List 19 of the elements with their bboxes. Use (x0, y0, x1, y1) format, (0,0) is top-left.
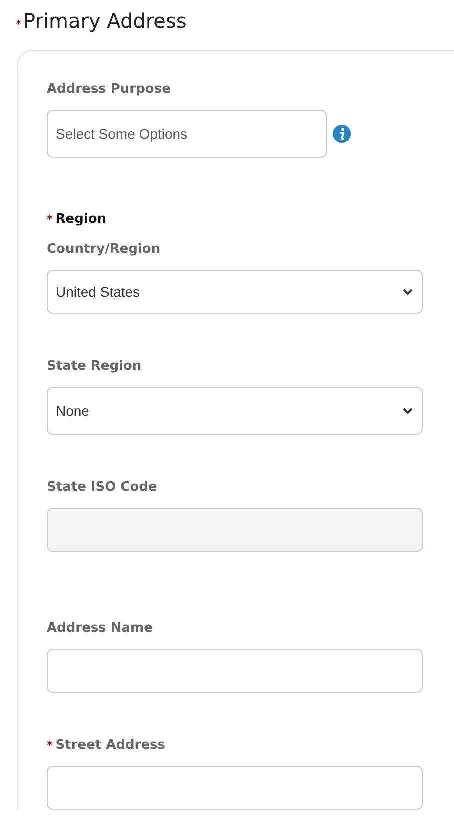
required-mark: * (16, 17, 22, 33)
required-mark: * (47, 212, 53, 228)
input-field[interactable] (47, 766, 423, 810)
chevron-down-icon (402, 407, 414, 415)
dropdown-field[interactable]: None (47, 387, 423, 435)
field-label: Country/Region (47, 241, 161, 259)
field-label: Street Address (56, 737, 166, 755)
field-label: State ISO Code (47, 479, 158, 497)
field-label: State Region (47, 358, 142, 376)
field-label: Address Purpose (47, 81, 171, 99)
input-field[interactable] (47, 649, 423, 693)
multiselect-field[interactable]: Select Some Options (47, 110, 327, 158)
info-icon[interactable] (333, 125, 351, 143)
field-label: Address Name (47, 620, 153, 638)
section-heading: Region (56, 211, 107, 229)
chevron-down-icon (402, 288, 414, 296)
dropdown-field[interactable]: United States (47, 270, 423, 314)
required-mark: * (47, 738, 53, 754)
section-title: Primary Address (24, 8, 187, 35)
